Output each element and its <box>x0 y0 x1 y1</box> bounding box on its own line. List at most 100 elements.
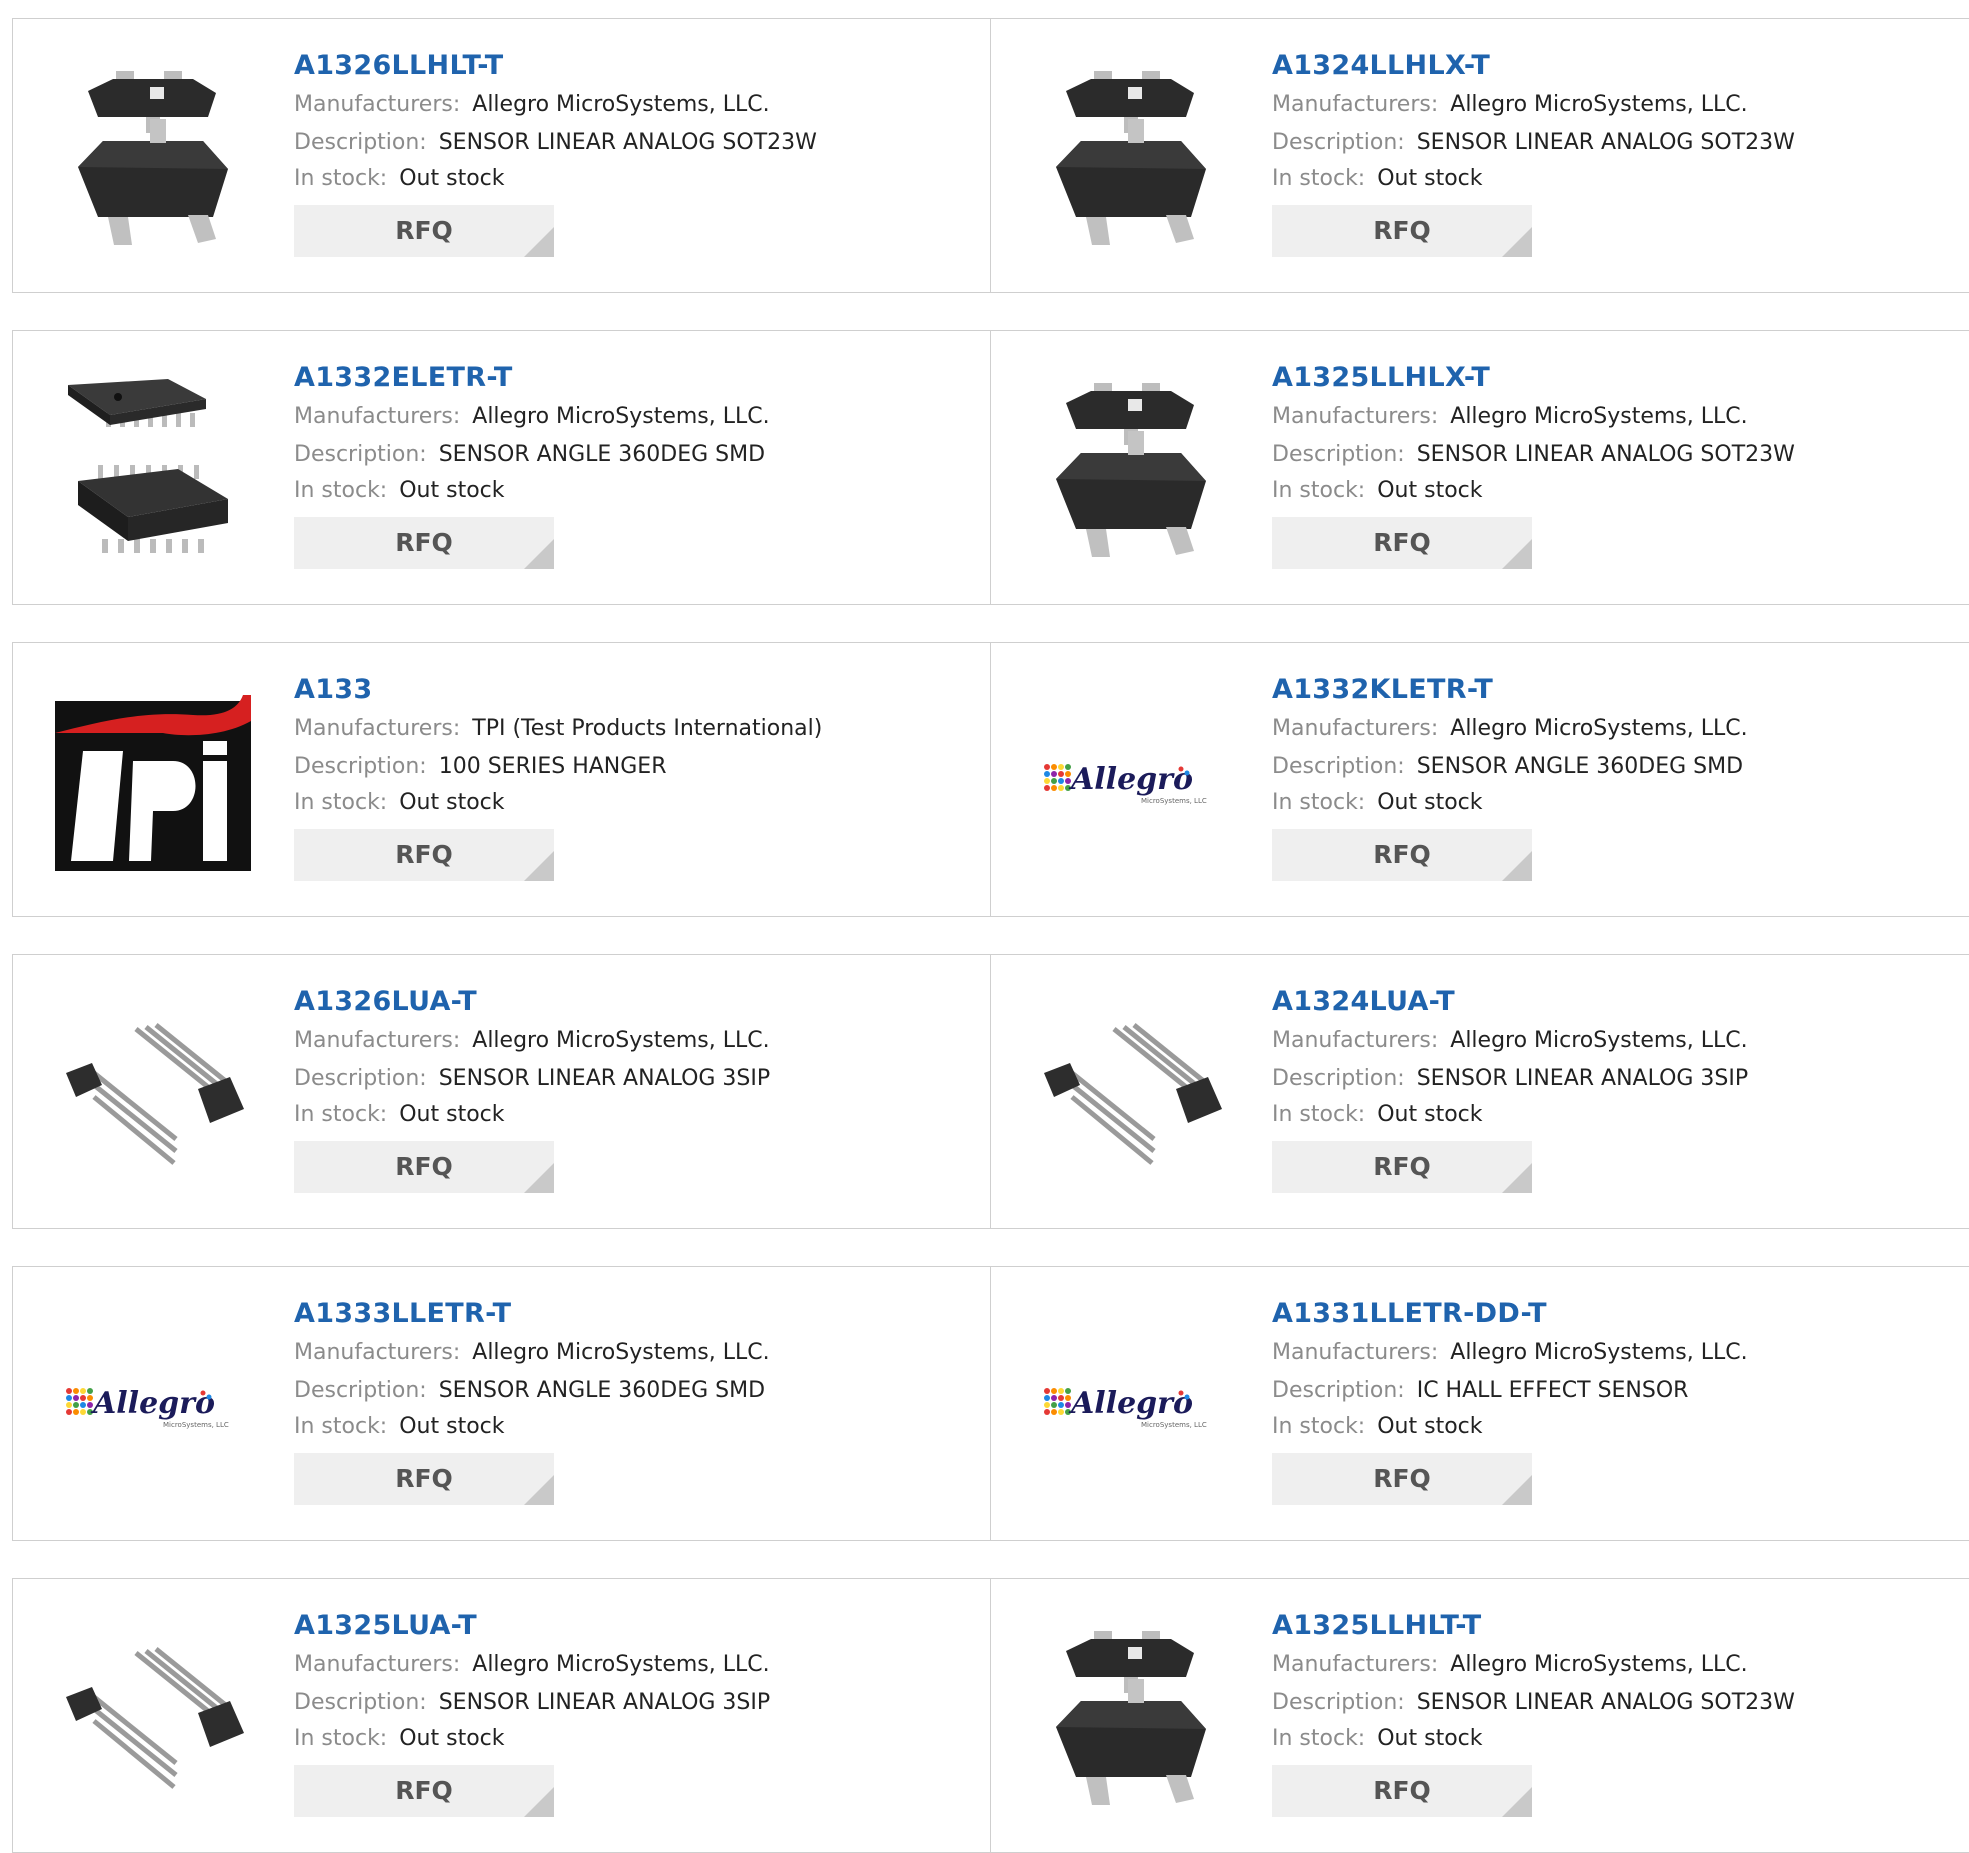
rfq-button[interactable]: RFQ <box>1272 1141 1532 1193</box>
manufacturer-label: Manufacturers: <box>294 1652 461 1677</box>
part-number-link[interactable]: A1326LUA-T <box>294 985 770 1019</box>
manufacturer-row: Manufacturers: Allegro MicroSystems, LLC. <box>1272 401 1795 432</box>
stock-label: In stock: <box>294 790 388 815</box>
product-row: Allegro MicroSystems, LLC A1333LLETR-T Manu… <box>12 1266 1969 1541</box>
rfq-label: RFQ <box>1373 1464 1431 1493</box>
description-value: SENSOR LINEAR ANALOG SOT23W <box>1416 1690 1795 1715</box>
part-number-link[interactable]: A1325LLHLT-T <box>1272 1609 1795 1643</box>
product-image[interactable] <box>53 369 253 569</box>
product-image[interactable] <box>53 681 253 881</box>
stock-value: Out stock <box>1377 1102 1483 1127</box>
description-value: SENSOR ANGLE 360DEG SMD <box>438 1378 766 1403</box>
allegro-logo: Allegro MicroSystems, LLC <box>1031 1305 1231 1505</box>
product-image[interactable] <box>53 993 253 1193</box>
description-row: Description: SENSOR LINEAR ANALOG SOT23W <box>1272 1687 1795 1718</box>
product-image[interactable] <box>1031 57 1231 257</box>
stock-value: Out stock <box>399 166 505 191</box>
stock-row: In stock: Out stock <box>294 787 822 818</box>
rfq-button[interactable]: RFQ <box>294 1765 554 1817</box>
tpi-logo <box>53 681 253 881</box>
manufacturer-row: Manufacturers: Allegro MicroSystems, LLC. <box>1272 1649 1795 1680</box>
stock-label: In stock: <box>294 166 388 191</box>
rfq-label: RFQ <box>395 1464 453 1493</box>
product-card: A1326LUA-T Manufacturers: Allegro MicroSys… <box>12 955 990 1228</box>
stock-label: In stock: <box>1272 478 1366 503</box>
sot23-package-icon <box>1036 369 1226 569</box>
part-number-link[interactable]: A1324LUA-T <box>1272 985 1748 1019</box>
svg-text:Allegro: Allegro <box>1068 1386 1193 1421</box>
manufacturer-value: Allegro MicroSystems, LLC. <box>472 1652 770 1677</box>
stock-value: Out stock <box>1377 1726 1483 1751</box>
part-number-link[interactable]: A1333LLETR-T <box>294 1297 770 1331</box>
part-number-link[interactable]: A1332KLETR-T <box>1272 673 1748 707</box>
manufacturer-value: Allegro MicroSystems, LLC. <box>1450 92 1748 117</box>
product-image[interactable] <box>53 57 253 257</box>
part-number-link[interactable]: A1326LLHLT-T <box>294 49 817 83</box>
description-label: Description: <box>294 1378 427 1403</box>
rfq-button[interactable]: RFQ <box>294 517 554 569</box>
manufacturer-label: Manufacturers: <box>294 1028 461 1053</box>
manufacturer-value: Allegro MicroSystems, LLC. <box>1450 716 1748 741</box>
part-number-link[interactable]: A133 <box>294 673 822 707</box>
part-number-link[interactable]: A1325LLHLX-T <box>1272 361 1795 395</box>
description-row: Description: SENSOR LINEAR ANALOG SOT23W <box>294 127 817 158</box>
stock-row: In stock: Out stock <box>1272 1411 1748 1442</box>
rfq-button[interactable]: RFQ <box>1272 1453 1532 1505</box>
part-number-link[interactable]: A1332ELETR-T <box>294 361 770 395</box>
rfq-button[interactable]: RFQ <box>294 205 554 257</box>
rfq-label: RFQ <box>395 528 453 557</box>
product-image[interactable] <box>1031 993 1231 1193</box>
manufacturer-row: Manufacturers: Allegro MicroSystems, LLC. <box>1272 89 1795 120</box>
stock-row: In stock: Out stock <box>294 1723 770 1754</box>
manufacturer-label: Manufacturers: <box>1272 404 1439 429</box>
product-row: A133 Manufacturers: TPI (Test Products Int… <box>12 642 1969 917</box>
rfq-label: RFQ <box>1373 216 1431 245</box>
rfq-button[interactable]: RFQ <box>1272 1765 1532 1817</box>
corner-triangle-icon <box>524 539 554 569</box>
sot23-package-icon <box>1036 1617 1226 1817</box>
stock-row: In stock: Out stock <box>1272 163 1795 194</box>
corner-triangle-icon <box>1502 1163 1532 1193</box>
part-number-link[interactable]: A1331LLETR-DD-T <box>1272 1297 1748 1331</box>
product-image[interactable]: Allegro MicroSystems, LLC <box>1031 1305 1231 1505</box>
manufacturer-value: TPI (Test Products International) <box>472 716 823 741</box>
rfq-button[interactable]: RFQ <box>1272 517 1532 569</box>
corner-triangle-icon <box>524 227 554 257</box>
stock-row: In stock: Out stock <box>294 1099 770 1130</box>
rfq-button[interactable]: RFQ <box>294 1453 554 1505</box>
manufacturer-value: Allegro MicroSystems, LLC. <box>472 92 770 117</box>
stock-value: Out stock <box>1377 1414 1483 1439</box>
description-value: SENSOR LINEAR ANALOG SOT23W <box>1416 442 1795 467</box>
product-image[interactable]: Allegro MicroSystems, LLC <box>53 1305 253 1505</box>
corner-triangle-icon <box>1502 851 1532 881</box>
description-value: SENSOR LINEAR ANALOG 3SIP <box>1416 1066 1749 1091</box>
product-image[interactable] <box>1031 1617 1231 1817</box>
stock-value: Out stock <box>399 1102 505 1127</box>
rfq-label: RFQ <box>395 1776 453 1805</box>
product-row: A1326LLHLT-T Manufacturers: Allegro MicroS… <box>12 18 1969 293</box>
description-row: Description: SENSOR LINEAR ANALOG SOT23W <box>1272 439 1795 470</box>
rfq-label: RFQ <box>1373 528 1431 557</box>
rfq-button[interactable]: RFQ <box>1272 205 1532 257</box>
part-number-link[interactable]: A1325LUA-T <box>294 1609 770 1643</box>
rfq-label: RFQ <box>1373 840 1431 869</box>
svg-text:MicroSystems, LLC: MicroSystems, LLC <box>1141 797 1207 805</box>
part-number-link[interactable]: A1324LLHLX-T <box>1272 49 1795 83</box>
corner-triangle-icon <box>524 1163 554 1193</box>
rfq-button[interactable]: RFQ <box>1272 829 1532 881</box>
description-value: SENSOR ANGLE 360DEG SMD <box>438 442 766 467</box>
product-image[interactable] <box>53 1617 253 1817</box>
allegro-logo: Allegro MicroSystems, LLC <box>53 1305 253 1505</box>
manufacturer-value: Allegro MicroSystems, LLC. <box>472 404 770 429</box>
manufacturer-row: Manufacturers: Allegro MicroSystems, LLC. <box>294 401 770 432</box>
description-row: Description: SENSOR LINEAR ANALOG SOT23W <box>1272 127 1795 158</box>
rfq-button[interactable]: RFQ <box>294 829 554 881</box>
rfq-button[interactable]: RFQ <box>294 1141 554 1193</box>
description-value: SENSOR LINEAR ANALOG SOT23W <box>1416 130 1795 155</box>
product-image[interactable] <box>1031 369 1231 569</box>
tssop-package-icon <box>58 369 248 569</box>
manufacturer-label: Manufacturers: <box>294 404 461 429</box>
manufacturer-value: Allegro MicroSystems, LLC. <box>1450 1340 1748 1365</box>
description-value: SENSOR LINEAR ANALOG 3SIP <box>438 1066 771 1091</box>
product-image[interactable]: Allegro MicroSystems, LLC <box>1031 681 1231 881</box>
